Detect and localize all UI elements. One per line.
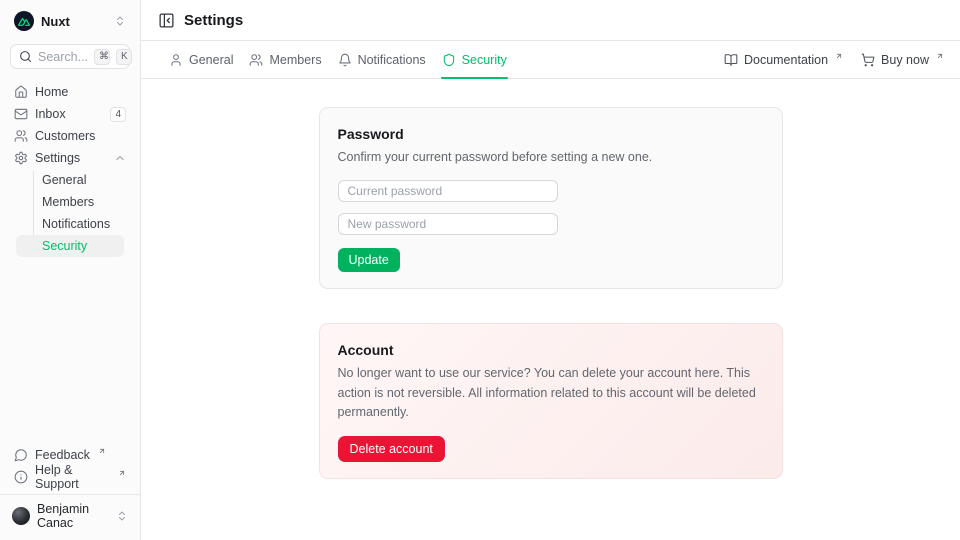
new-password-field[interactable] xyxy=(338,213,558,235)
chevrons-up-down-icon xyxy=(114,15,126,27)
sidebar: Nuxt Search... ⌘ K Home xyxy=(0,0,141,540)
documentation-link[interactable]: Documentation xyxy=(724,53,843,67)
password-form: Update xyxy=(338,180,764,272)
user-icon xyxy=(169,53,183,67)
user-avatar xyxy=(12,507,30,525)
sidebar-nav: Home Inbox 4 Customers Settings xyxy=(8,81,132,257)
update-password-button[interactable]: Update xyxy=(338,248,400,272)
tab-label: Members xyxy=(269,53,321,67)
app-window: Nuxt Search... ⌘ K Home xyxy=(0,0,960,540)
settings-tabbar: General Members Notifications xyxy=(141,41,960,79)
user-menu[interactable]: Benjamin Canac xyxy=(10,500,130,532)
search-placeholder: Search... xyxy=(38,50,88,64)
sidebar-footer-links: Feedback Help & Support xyxy=(8,444,132,488)
bell-icon xyxy=(338,53,352,67)
sidebar-divider xyxy=(0,494,140,495)
sidebar-item-label: Settings xyxy=(35,151,80,165)
external-link-icon xyxy=(936,52,944,60)
tab-members[interactable]: Members xyxy=(248,41,322,78)
sidebar-item-inbox[interactable]: Inbox 4 xyxy=(8,103,132,125)
footer-link-label: Help & Support xyxy=(35,463,110,491)
sidebar-item-label: Inbox xyxy=(35,107,66,121)
password-card-title: Password xyxy=(338,126,764,142)
account-card: Account No longer want to use our servic… xyxy=(319,323,783,478)
users-icon xyxy=(249,53,263,67)
page-title: Settings xyxy=(184,12,243,29)
tab-general[interactable]: General xyxy=(168,41,234,78)
tab-label: Notifications xyxy=(358,53,426,67)
sidebar-item-security[interactable]: Security xyxy=(16,235,124,257)
help-support-link[interactable]: Help & Support xyxy=(8,466,132,488)
sidebar-item-label: Home xyxy=(35,85,68,99)
team-selector[interactable]: Nuxt xyxy=(10,9,130,33)
team-name: Nuxt xyxy=(41,14,70,29)
inbox-count-badge: 4 xyxy=(110,107,126,122)
delete-account-button[interactable]: Delete account xyxy=(338,436,445,462)
footer-link-label: Feedback xyxy=(35,448,90,462)
home-icon xyxy=(14,85,28,99)
chevron-up-icon xyxy=(114,152,126,164)
password-card-description: Confirm your current password before set… xyxy=(338,148,764,167)
sidebar-item-customers[interactable]: Customers xyxy=(8,125,132,147)
external-link-icon xyxy=(118,469,126,477)
shield-icon xyxy=(442,53,456,67)
external-link-icon xyxy=(835,52,843,60)
inbox-icon xyxy=(14,107,28,121)
account-card-title: Account xyxy=(338,342,764,358)
sidebar-item-label: Security xyxy=(42,239,87,253)
tab-notifications[interactable]: Notifications xyxy=(337,41,427,78)
sidebar-item-members[interactable]: Members xyxy=(16,191,124,213)
gear-icon xyxy=(14,151,28,165)
sidebar-item-label: Members xyxy=(42,195,94,209)
toplink-label: Documentation xyxy=(744,53,828,67)
sidebar-item-general[interactable]: General xyxy=(16,169,124,191)
external-link-icon xyxy=(98,447,106,455)
kbd-cmd: ⌘ xyxy=(94,49,110,65)
sidebar-item-label: General xyxy=(42,173,86,187)
sidebar-item-label: Customers xyxy=(35,129,95,143)
tabs: General Members Notifications xyxy=(168,41,508,78)
sidebar-bottom: Feedback Help & Support xyxy=(0,444,140,540)
tab-security[interactable]: Security xyxy=(441,41,508,78)
kbd-k: K xyxy=(116,49,132,65)
info-circle-icon xyxy=(14,470,28,484)
message-circle-icon xyxy=(14,448,28,462)
collapse-sidebar-icon[interactable] xyxy=(158,12,175,29)
sidebar-item-home[interactable]: Home xyxy=(8,81,132,103)
account-card-description: No longer want to use our service? You c… xyxy=(338,364,764,422)
current-password-field[interactable] xyxy=(338,180,558,202)
password-card: Password Confirm your current password b… xyxy=(319,107,783,289)
header-links: Documentation Buy now xyxy=(724,41,944,78)
sidebar-item-settings[interactable]: Settings xyxy=(8,147,132,169)
buy-now-link[interactable]: Buy now xyxy=(861,53,944,67)
settings-content: Password Confirm your current password b… xyxy=(141,79,960,540)
sidebar-item-notifications[interactable]: Notifications xyxy=(16,213,124,235)
tab-label: General xyxy=(189,53,233,67)
search-icon xyxy=(19,50,32,63)
chevrons-up-down-icon xyxy=(116,510,128,522)
book-open-icon xyxy=(724,53,738,67)
nuxt-logo-icon xyxy=(14,11,34,31)
tab-label: Security xyxy=(462,53,507,67)
main-panel: Settings General Members xyxy=(141,0,960,540)
toplink-label: Buy now xyxy=(881,53,929,67)
shopping-cart-icon xyxy=(861,53,875,67)
settings-subnav: General Members Notifications Security xyxy=(16,169,124,257)
page-header: Settings xyxy=(141,0,960,41)
user-name: Benjamin Canac xyxy=(37,502,109,530)
search-input[interactable]: Search... ⌘ K xyxy=(10,44,130,69)
sidebar-item-label: Notifications xyxy=(42,217,110,231)
users-icon xyxy=(14,129,28,143)
